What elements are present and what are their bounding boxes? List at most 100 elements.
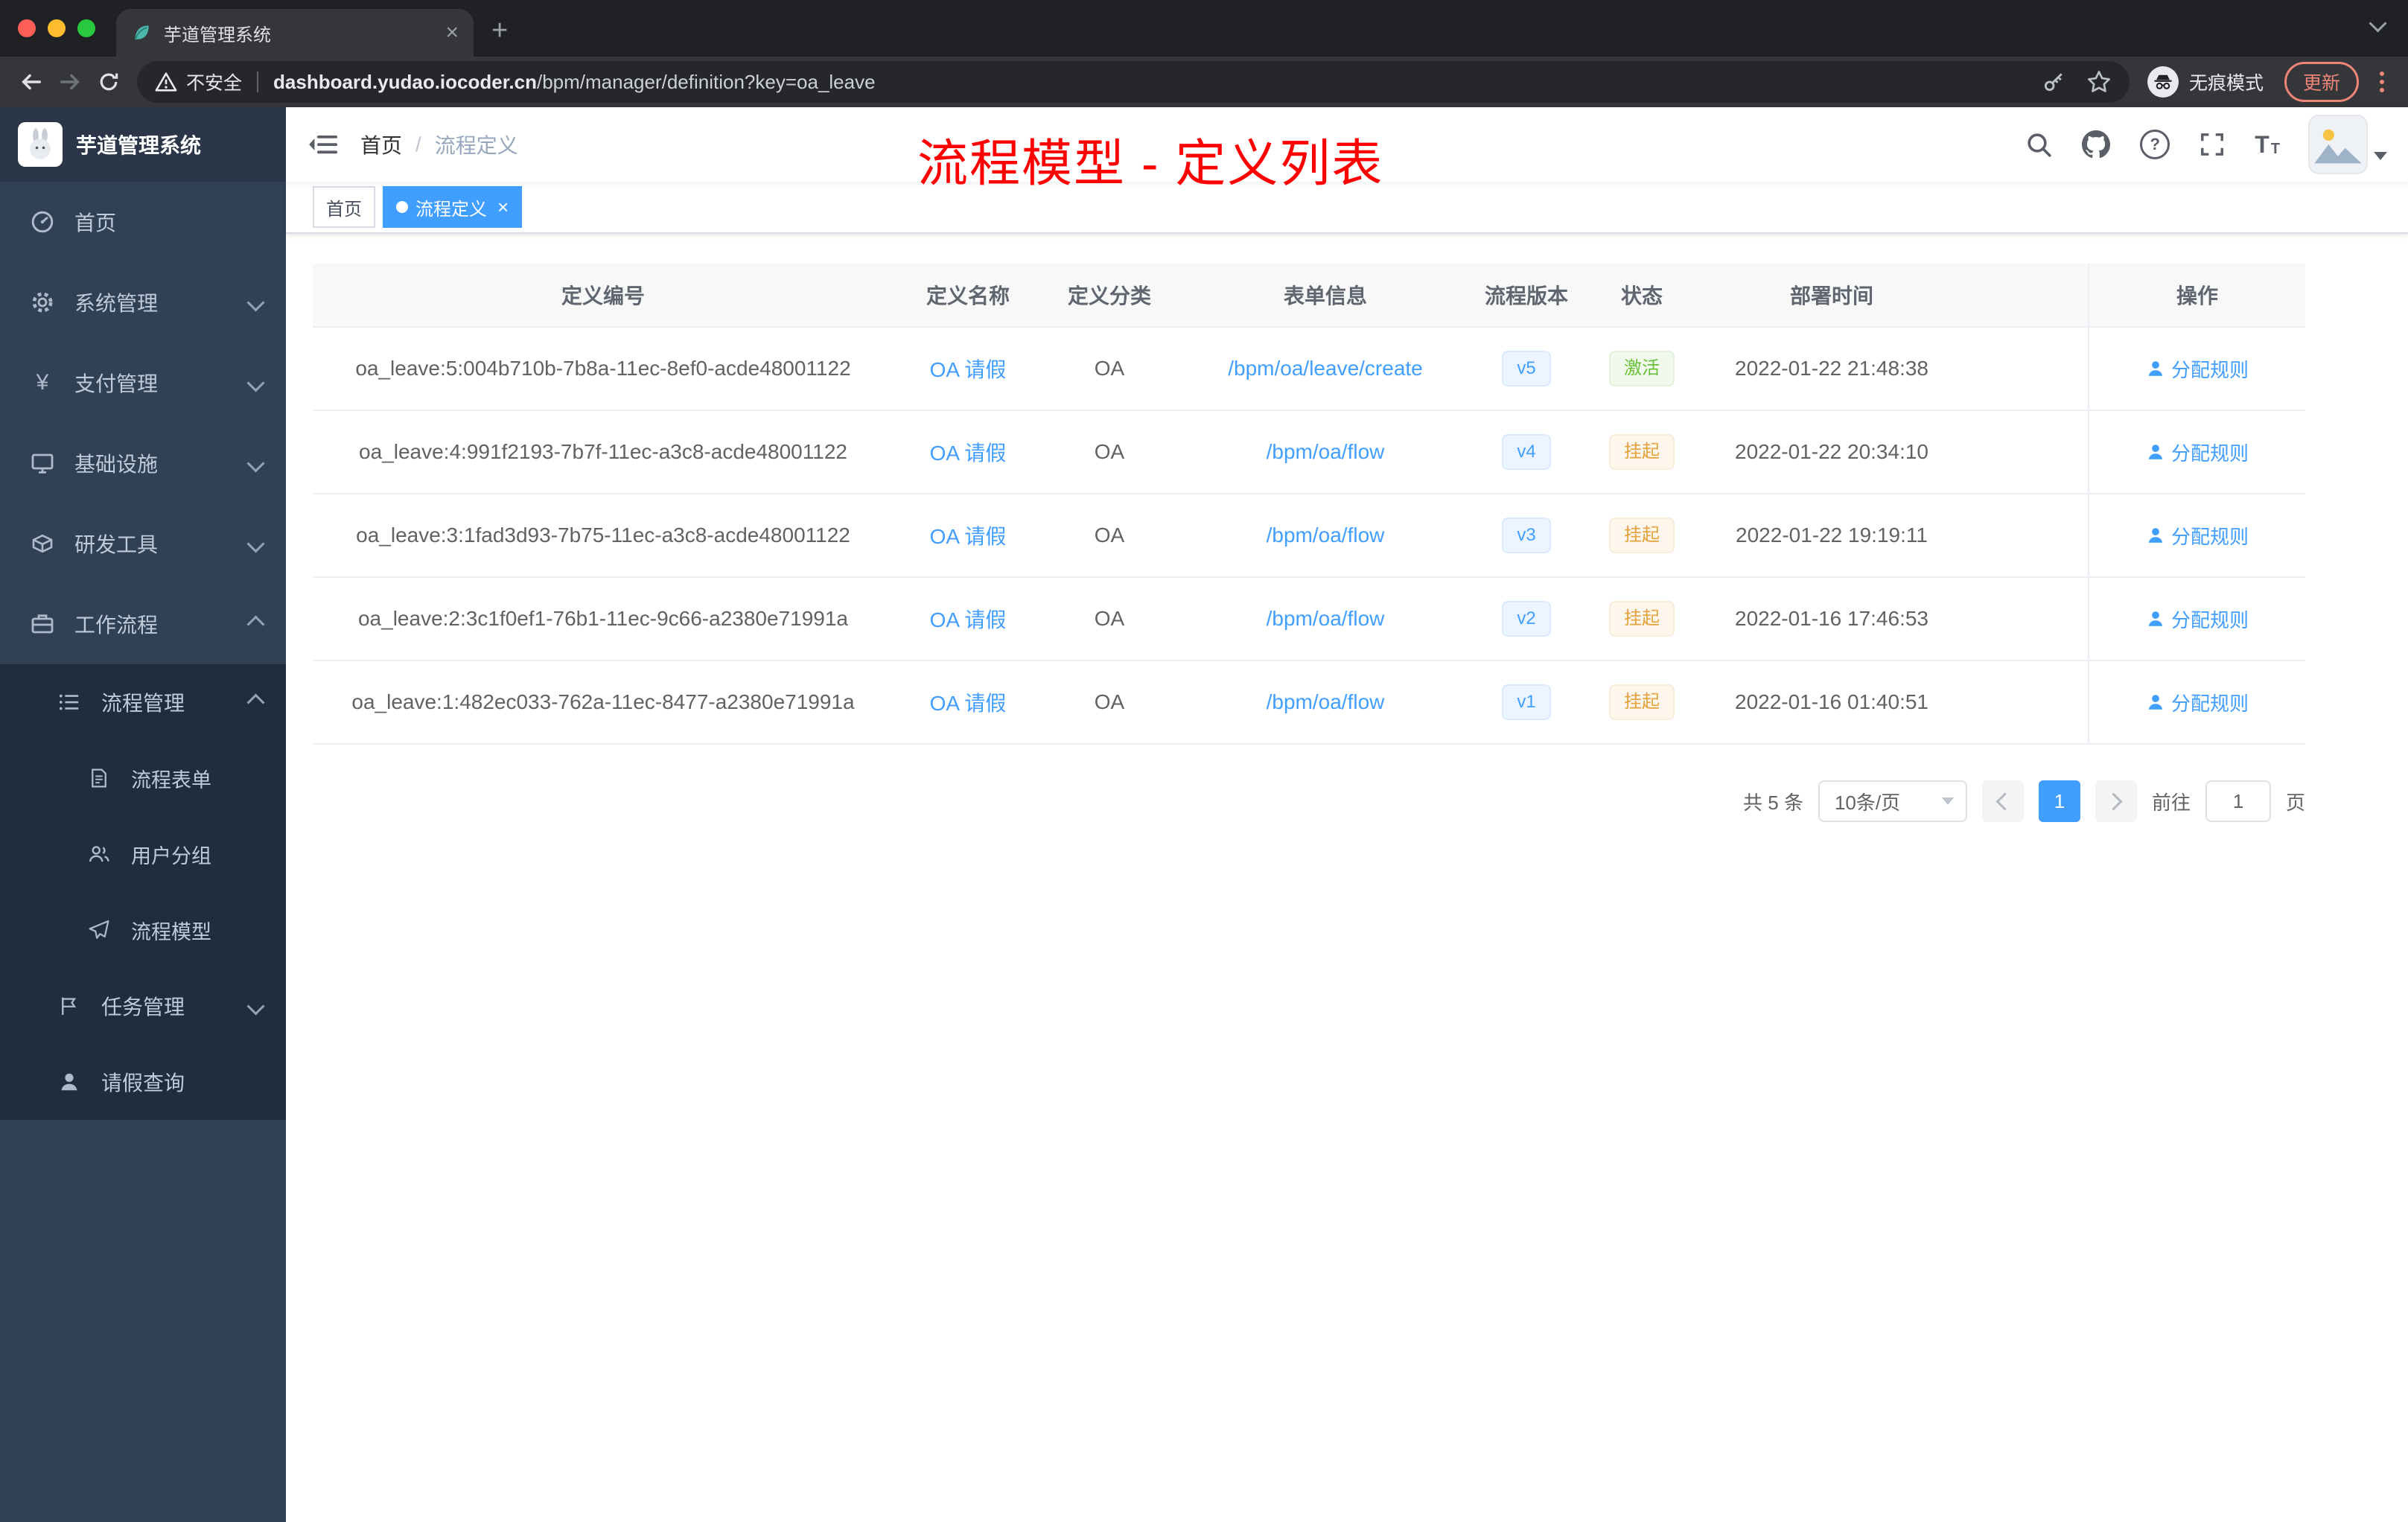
form-link[interactable]: /bpm/oa/flow bbox=[1267, 607, 1385, 630]
list-icon bbox=[57, 691, 82, 713]
form-link[interactable]: /bpm/oa/flow bbox=[1267, 690, 1385, 713]
address-bar[interactable]: 不安全 dashboard.yudao.iocoder.cn/bpm/manag… bbox=[137, 61, 2130, 103]
tab-search-chevron-icon[interactable] bbox=[2369, 8, 2387, 36]
browser-update-button[interactable]: 更新 bbox=[2284, 62, 2359, 102]
tab-title: 芋道管理系统 bbox=[164, 25, 271, 45]
definition-name-link[interactable]: OA 请假 bbox=[930, 608, 1007, 631]
sidebar-item-system[interactable]: 系统管理 bbox=[0, 262, 286, 343]
breadcrumb-home[interactable]: 首页 bbox=[360, 130, 402, 159]
sidebar-item-home[interactable]: 首页 bbox=[0, 182, 286, 262]
tag-close-icon[interactable]: × bbox=[497, 197, 509, 217]
gear-icon bbox=[30, 290, 55, 314]
definition-name-link[interactable]: OA 请假 bbox=[930, 442, 1007, 465]
pagination: 共 5 条 10条/页 1 前往 页 bbox=[313, 780, 2305, 822]
assign-rule-button[interactable]: 分配规则 bbox=[2146, 355, 2249, 383]
font-size-icon[interactable]: TT bbox=[2255, 133, 2280, 156]
pagination-total: 共 5 条 bbox=[1743, 791, 1803, 814]
incognito-badge: 无痕模式 bbox=[2147, 66, 2264, 98]
person-icon bbox=[2148, 695, 2163, 710]
status-tag: 挂起 bbox=[1609, 601, 1675, 637]
sidebar-item-process-model[interactable]: 流程模型 bbox=[0, 892, 286, 968]
reload-button[interactable] bbox=[89, 63, 128, 101]
browser-tab[interactable]: 芋道管理系统 × bbox=[116, 9, 474, 57]
annotation-overlay: 流程模型 - 定义列表 bbox=[917, 136, 1384, 192]
sidebar-item-process-mgmt[interactable]: 流程管理 bbox=[0, 664, 286, 740]
assign-rule-button[interactable]: 分配规则 bbox=[2146, 522, 2249, 550]
table-row: oa_leave:5:004b710b-7b8a-11ec-8ef0-acde4… bbox=[313, 328, 2305, 411]
tag-home[interactable]: 首页 bbox=[313, 186, 375, 228]
fullscreen-icon[interactable] bbox=[2200, 132, 2225, 157]
assign-rule-button[interactable]: 分配规则 bbox=[2146, 605, 2249, 633]
status-tag: 激活 bbox=[1609, 351, 1675, 386]
version-tag: v4 bbox=[1502, 434, 1551, 470]
window-close-button[interactable] bbox=[18, 19, 36, 37]
avatar bbox=[2310, 116, 2366, 173]
tag-process-definition[interactable]: 流程定义 × bbox=[383, 186, 523, 228]
person-icon bbox=[2148, 611, 2163, 626]
cell-deploy-time: 2022-01-22 19:19:11 bbox=[1736, 523, 1928, 547]
form-link[interactable]: /bpm/oa/flow bbox=[1267, 523, 1385, 547]
browser-tab-bar: 芋道管理系统 × + bbox=[0, 0, 2408, 57]
bookmark-star-icon[interactable] bbox=[2086, 69, 2112, 95]
logo-image bbox=[18, 122, 63, 167]
forward-button[interactable] bbox=[51, 63, 89, 101]
sidebar-item-user-group[interactable]: 用户分组 bbox=[0, 816, 286, 892]
table-row: oa_leave:2:3c1f0ef1-76b1-11ec-9c66-a2380… bbox=[313, 578, 2305, 661]
password-key-icon[interactable] bbox=[2042, 70, 2065, 94]
sidebar: 芋道管理系统 首页 系统管理 ¥ 支付管理 基础设施 研发工具 工作流程 流程管… bbox=[0, 107, 286, 1522]
incognito-icon bbox=[2147, 66, 2179, 98]
sidebar-item-leave-query[interactable]: 请假查询 bbox=[0, 1044, 286, 1120]
sidebar-item-infra[interactable]: 基础设施 bbox=[0, 423, 286, 503]
page-number-button[interactable]: 1 bbox=[2038, 780, 2080, 822]
assign-rule-label: 分配规则 bbox=[2170, 692, 2249, 715]
app-logo[interactable]: 芋道管理系统 bbox=[0, 107, 286, 182]
prev-page-button[interactable] bbox=[1981, 780, 2024, 822]
col-form-info: 表单信息 bbox=[1283, 284, 1367, 308]
cell-deploy-time: 2022-01-16 01:40:51 bbox=[1735, 690, 1928, 713]
new-tab-button[interactable]: + bbox=[491, 16, 508, 45]
tab-close-icon[interactable]: × bbox=[445, 22, 459, 44]
form-link[interactable]: /bpm/oa/flow bbox=[1267, 440, 1385, 463]
github-icon[interactable] bbox=[2082, 130, 2111, 159]
person-icon bbox=[2148, 445, 2163, 459]
sidebar-item-devtools[interactable]: 研发工具 bbox=[0, 503, 286, 584]
person-icon bbox=[2148, 361, 2163, 376]
sidebar-item-workflow[interactable]: 工作流程 bbox=[0, 584, 286, 664]
goto-page-input[interactable] bbox=[2205, 780, 2271, 822]
browser-menu-icon[interactable] bbox=[2368, 71, 2396, 92]
users-icon bbox=[86, 843, 112, 865]
sidebar-item-payment[interactable]: ¥ 支付管理 bbox=[0, 343, 286, 423]
status-tag: 挂起 bbox=[1609, 434, 1675, 470]
version-tag: v2 bbox=[1502, 601, 1551, 637]
table-header: 定义编号 定义名称 定义分类 表单信息 流程版本 状态 部署时间 操作 bbox=[313, 264, 2305, 328]
form-link[interactable]: /bpm/oa/leave/create bbox=[1228, 357, 1423, 380]
monitor-icon bbox=[30, 451, 55, 475]
toolbox-icon bbox=[30, 532, 55, 555]
assign-rule-button[interactable]: 分配规则 bbox=[2146, 689, 2249, 716]
definition-name-link[interactable]: OA 请假 bbox=[930, 358, 1007, 381]
definition-name-link[interactable]: OA 请假 bbox=[930, 692, 1007, 715]
sidebar-item-process-form[interactable]: 流程表单 bbox=[0, 740, 286, 816]
window-zoom-button[interactable] bbox=[77, 19, 95, 37]
sidebar-item-task-mgmt[interactable]: 任务管理 bbox=[0, 968, 286, 1044]
help-icon[interactable]: ? bbox=[2140, 130, 2170, 159]
page-content: 定义编号 定义名称 定义分类 表单信息 流程版本 状态 部署时间 操作 oa_l… bbox=[286, 234, 2408, 1522]
back-button[interactable] bbox=[12, 63, 51, 101]
assign-rule-button[interactable]: 分配规则 bbox=[2146, 439, 2249, 466]
assign-rule-label: 分配规则 bbox=[2170, 442, 2249, 465]
col-definition-name: 定义名称 bbox=[926, 284, 1010, 308]
status-tag: 挂起 bbox=[1609, 684, 1675, 720]
user-menu[interactable] bbox=[2310, 116, 2387, 173]
page-size-select[interactable]: 10条/页 bbox=[1818, 780, 1967, 822]
search-icon[interactable] bbox=[2025, 131, 2052, 158]
sidebar-toggle-icon[interactable] bbox=[286, 130, 360, 159]
col-definition-id: 定义编号 bbox=[561, 284, 645, 308]
next-page-button[interactable] bbox=[2095, 780, 2137, 822]
person-icon bbox=[57, 1071, 82, 1093]
briefcase-icon bbox=[30, 612, 55, 636]
yen-icon: ¥ bbox=[36, 370, 49, 395]
window-minimize-button[interactable] bbox=[48, 19, 66, 37]
definition-name-link[interactable]: OA 请假 bbox=[930, 525, 1007, 548]
assign-rule-label: 分配规则 bbox=[2170, 358, 2249, 381]
cell-category: OA bbox=[1094, 607, 1125, 630]
